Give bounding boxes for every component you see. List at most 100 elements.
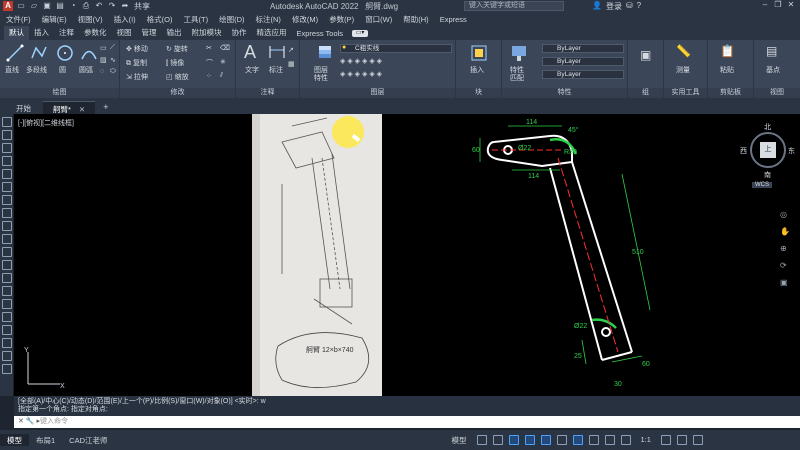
tool-table-icon[interactable] bbox=[2, 338, 12, 348]
lineweight-icon[interactable] bbox=[572, 435, 583, 445]
otrack-icon[interactable] bbox=[556, 435, 567, 445]
minimize-icon[interactable]: – bbox=[760, 0, 770, 11]
measure-icon[interactable]: 📏 bbox=[676, 44, 691, 58]
tool-revcloud-icon[interactable] bbox=[2, 208, 12, 218]
orbit-icon[interactable]: ⟳ bbox=[780, 261, 790, 270]
color-dropdown[interactable]: ByLayer bbox=[542, 44, 624, 53]
zoom-icon[interactable]: ⊕ bbox=[780, 244, 790, 253]
view-panel-title[interactable]: 视图 bbox=[754, 88, 800, 98]
menu-view[interactable]: 视图(V) bbox=[78, 14, 103, 25]
tool-ellipse-icon[interactable] bbox=[2, 234, 12, 244]
tool-line-icon[interactable] bbox=[2, 117, 12, 127]
model-tab[interactable]: 模型 bbox=[0, 434, 29, 446]
menu-draw[interactable]: 绘图(D) bbox=[219, 14, 244, 25]
restore-icon[interactable]: ❐ bbox=[773, 0, 783, 11]
new-file-icon[interactable]: ▭ bbox=[16, 1, 26, 11]
web-icon[interactable]: ◔ bbox=[68, 1, 78, 11]
annotation-scale-icon[interactable] bbox=[620, 435, 631, 445]
insert-button[interactable]: 插入 bbox=[470, 65, 484, 75]
save-icon[interactable]: ▣ bbox=[42, 1, 52, 11]
rotate-tool[interactable]: ↻ 旋转 bbox=[166, 44, 188, 54]
showmotion-icon[interactable]: ▣ bbox=[780, 278, 790, 287]
table-icon[interactable]: ▦ bbox=[288, 60, 295, 68]
tool-gradient-icon[interactable] bbox=[2, 312, 12, 322]
tool-insert-icon[interactable] bbox=[2, 260, 12, 270]
layer-properties-button-2[interactable]: 特性 bbox=[314, 73, 328, 83]
tool-ellipse-arc-icon[interactable] bbox=[2, 247, 12, 257]
insert-block-icon[interactable] bbox=[470, 44, 488, 62]
osnap-icon[interactable] bbox=[540, 435, 551, 445]
arc-icon[interactable] bbox=[80, 44, 98, 62]
viewport-label[interactable]: [-][俯视][二维线框] bbox=[18, 118, 74, 128]
menu-edit[interactable]: 编辑(E) bbox=[42, 14, 67, 25]
base-point-button[interactable]: 基点 bbox=[766, 65, 780, 75]
scale-readout[interactable]: 1:1 bbox=[634, 434, 658, 446]
scale-tool[interactable]: ◰ 缩放 bbox=[166, 72, 189, 82]
hatch-icon[interactable]: ▨ bbox=[100, 56, 107, 64]
polar-icon[interactable] bbox=[524, 435, 535, 445]
menu-modify[interactable]: 修改(M) bbox=[292, 14, 318, 25]
layers-panel-title[interactable]: 图层 bbox=[300, 88, 455, 98]
tool-block-icon[interactable] bbox=[2, 273, 12, 283]
tab-featured-apps[interactable]: 精选应用 bbox=[252, 26, 292, 40]
modify-panel-title[interactable]: 修改 bbox=[120, 88, 235, 98]
cad-arm-drawing[interactable]: 114 114 60 Ø22 R30 45° 510 Ø22 30 60 25 bbox=[472, 114, 672, 396]
spline-icon[interactable]: ∿ bbox=[110, 56, 116, 64]
circle-button[interactable]: 圆 bbox=[59, 65, 66, 75]
compass-east[interactable]: 东 bbox=[788, 146, 795, 156]
properties-panel-title[interactable]: 特性 bbox=[502, 88, 627, 98]
viewcube[interactable]: 上 北 南 西 东 WCS bbox=[740, 122, 796, 190]
menu-window[interactable]: 窗口(W) bbox=[365, 14, 392, 25]
offset-icon[interactable]: ⫽ bbox=[220, 72, 223, 80]
fillet-icon[interactable]: ⌒ bbox=[206, 58, 213, 68]
print-icon[interactable]: ⎙ bbox=[81, 1, 91, 11]
text-icon[interactable]: A bbox=[244, 42, 256, 63]
command-input[interactable]: ✕ 🔧 ▸ 键入命令 bbox=[14, 416, 800, 428]
tool-construction-icon[interactable] bbox=[2, 130, 12, 140]
compass-west[interactable]: 西 bbox=[740, 146, 747, 156]
login-label[interactable]: 登录 bbox=[606, 1, 622, 12]
grid-icon[interactable] bbox=[476, 435, 487, 445]
layer-tools-row1[interactable]: ◈ ◈ ◈ ◈ ◈ ◈ bbox=[340, 57, 382, 65]
tool-spline-icon[interactable] bbox=[2, 221, 12, 231]
cart-icon[interactable]: ⛁ bbox=[626, 1, 633, 12]
mirror-tool[interactable]: ⫿ 镜像 bbox=[166, 58, 184, 68]
block-panel-title[interactable]: 块 bbox=[456, 88, 501, 98]
new-tab-icon[interactable]: + bbox=[97, 100, 114, 114]
tab-manage[interactable]: 管理 bbox=[137, 26, 162, 40]
tool-rectangle-icon[interactable] bbox=[2, 169, 12, 179]
transparency-icon[interactable] bbox=[588, 435, 599, 445]
drawing-canvas[interactable]: [-][俯视][二维线框] 舸臂 12×b×740 114 114 60 Ø22… bbox=[14, 114, 800, 396]
explode-icon[interactable]: ✳ bbox=[220, 58, 226, 66]
wcs-label[interactable]: WCS bbox=[752, 182, 772, 188]
ellipse-icon[interactable]: ⬭ bbox=[110, 68, 116, 76]
redo-icon[interactable]: ↷ bbox=[107, 1, 117, 11]
circle-icon[interactable] bbox=[56, 44, 74, 62]
group-icon[interactable]: ▣ bbox=[640, 48, 651, 62]
arc-button[interactable]: 圆弧 bbox=[79, 65, 93, 75]
file-tab[interactable]: 舸臂* ✕ bbox=[43, 101, 96, 114]
search-input[interactable]: 键入关键字或短语 bbox=[464, 1, 564, 11]
share-label[interactable]: 共享 bbox=[134, 1, 150, 12]
compass-south[interactable]: 南 bbox=[764, 170, 771, 180]
layout1-tab[interactable]: 布局1 bbox=[29, 434, 62, 446]
layer-dropdown[interactable]: C粗实线 bbox=[340, 44, 452, 53]
erase-icon[interactable]: ⌫ bbox=[220, 44, 230, 52]
tool-circle-icon[interactable] bbox=[2, 195, 12, 205]
tool-point-icon[interactable] bbox=[2, 286, 12, 296]
pan-icon[interactable]: ✋ bbox=[780, 227, 790, 236]
steering-wheel-icon[interactable]: ◎ bbox=[780, 210, 790, 219]
ortho-icon[interactable] bbox=[508, 435, 519, 445]
copy-tool[interactable]: ⧉ 复制 bbox=[126, 58, 147, 68]
login-area[interactable]: 👤 登录 ⛁ ? bbox=[592, 1, 641, 12]
help-icon[interactable]: ? bbox=[637, 1, 641, 12]
match-properties-icon[interactable] bbox=[510, 44, 528, 62]
compass-north[interactable]: 北 bbox=[764, 122, 771, 132]
tab-insert[interactable]: 插入 bbox=[29, 26, 54, 40]
tool-region-icon[interactable] bbox=[2, 325, 12, 335]
line-button[interactable]: 直线 bbox=[5, 65, 19, 75]
lineweight-dropdown[interactable]: ByLayer bbox=[542, 70, 624, 79]
open-file-icon[interactable]: ▱ bbox=[29, 1, 39, 11]
utilities-panel-title[interactable]: 实用工具 bbox=[664, 88, 707, 98]
model-space-button[interactable]: 模型 bbox=[445, 434, 474, 446]
